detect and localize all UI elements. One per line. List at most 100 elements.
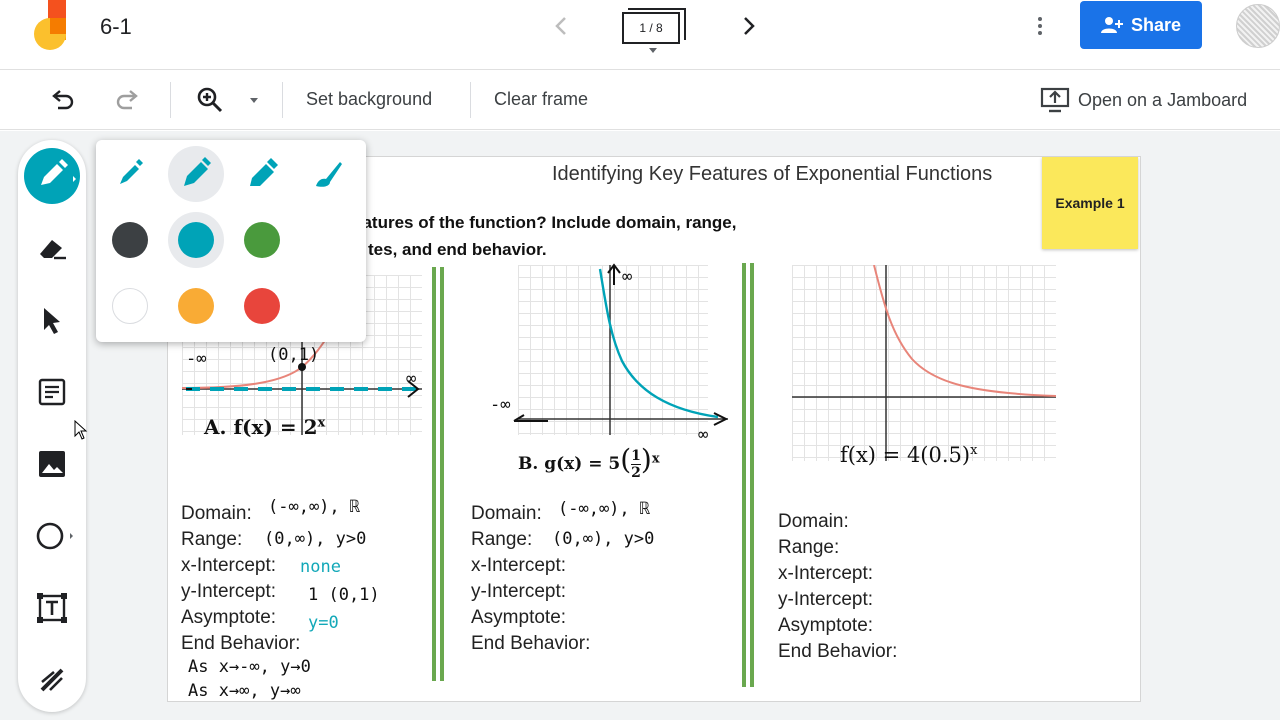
pen-type-brush[interactable] xyxy=(300,146,356,202)
pen-type-pen[interactable] xyxy=(102,146,158,202)
select-cursor-icon[interactable] xyxy=(36,304,68,336)
next-frame-button[interactable] xyxy=(734,12,762,40)
chevron-right-icon xyxy=(744,17,755,35)
swatch-fill xyxy=(112,222,148,258)
divider-line xyxy=(440,267,444,681)
swatch-fill xyxy=(178,288,214,324)
answer-a-x-intercept: none xyxy=(300,557,341,577)
graph-b-right-label: ∞ xyxy=(698,425,709,445)
function-a-text: A. f(x) = 2 xyxy=(204,415,318,439)
feature-y-intercept: y-Intercept: xyxy=(471,581,567,602)
graph-a-left-label: -∞ xyxy=(186,349,207,369)
brush-icon xyxy=(316,162,342,187)
feature-y-intercept: y-Intercept: xyxy=(181,581,277,602)
toolbar-divider xyxy=(170,82,171,118)
highlighter-icon xyxy=(250,158,278,186)
clear-frame-button[interactable]: Clear frame xyxy=(494,89,588,110)
fraction: 12 xyxy=(631,448,641,481)
feature-range: Range: xyxy=(778,537,840,558)
answer-a-end-behavior-1: As x→-∞, y→0 xyxy=(188,657,311,677)
undo-icon[interactable] xyxy=(48,86,76,114)
more-options-icon[interactable] xyxy=(1030,10,1050,42)
set-background-button[interactable]: Set background xyxy=(306,89,432,110)
features-c: Domain: Range: x-Intercept: y-Intercept:… xyxy=(778,509,897,665)
chevron-left-icon xyxy=(555,17,566,35)
feature-domain: Domain: xyxy=(778,511,849,532)
feature-end-behavior: End Behavior: xyxy=(778,641,898,662)
color-swatch-orange[interactable] xyxy=(168,278,224,334)
feature-asymptote: Asymptote: xyxy=(181,607,277,628)
features-a: Domain: Range: x-Intercept: y-Intercept:… xyxy=(181,501,300,657)
answer-a-end-behavior-2: As x→∞, y→∞ xyxy=(188,681,301,701)
redo-icon[interactable] xyxy=(114,86,142,114)
feature-x-intercept: x-Intercept: xyxy=(471,555,567,576)
swatch-fill xyxy=(112,288,148,324)
toolbar-divider xyxy=(470,82,471,118)
answer-b-range: (0,∞), y>0 xyxy=(552,529,655,549)
graph-c xyxy=(792,265,1056,461)
graph-b-top-label: ∞ xyxy=(622,267,633,287)
pen-tool-button[interactable] xyxy=(24,148,80,204)
circle-shape-icon[interactable] xyxy=(36,520,73,552)
feature-x-intercept: x-Intercept: xyxy=(181,555,277,576)
graph-b-left-label: -∞ xyxy=(490,395,511,415)
divider-line xyxy=(750,263,754,687)
sticky-note[interactable]: Example 1 xyxy=(1042,157,1138,249)
image-icon[interactable] xyxy=(36,448,68,480)
toolbar: Set background Clear frame Open on a Jam… xyxy=(0,70,1280,130)
pen-icon xyxy=(41,159,76,185)
sticky-note-text: Example 1 xyxy=(1055,195,1125,211)
zoom-dropdown-icon[interactable] xyxy=(250,98,258,103)
graph-a-point-label: (0,1) xyxy=(268,345,320,365)
color-swatch-red[interactable] xyxy=(234,278,290,334)
graph-b: ∞ -∞ ∞ xyxy=(490,263,729,445)
sticky-note-icon[interactable] xyxy=(36,376,68,408)
question-line-2: tes, and end behavior. xyxy=(368,240,547,259)
answer-a-range: (0,∞), y>0 xyxy=(264,529,367,549)
function-b-text: B. g(x) = 5 xyxy=(518,454,621,474)
pen-icon xyxy=(120,159,143,184)
feature-y-intercept: y-Intercept: xyxy=(778,589,874,610)
toolbar-divider xyxy=(282,82,283,118)
jamboard-logo-icon[interactable] xyxy=(32,0,68,52)
avatar[interactable] xyxy=(1236,4,1280,48)
function-c-label: f(x) = 4(0.5)x xyxy=(840,443,977,467)
swatch-fill xyxy=(244,222,280,258)
mouse-cursor-icon xyxy=(74,419,88,445)
share-label: Share xyxy=(1130,14,1182,35)
function-b-exponent: x xyxy=(651,451,660,467)
laser-pointer-icon[interactable] xyxy=(36,664,68,696)
frame-counter-button[interactable]: 1 / 8 xyxy=(622,8,686,53)
open-on-jamboard-button[interactable]: Open on a Jamboard xyxy=(1040,86,1247,114)
present-to-device-icon xyxy=(1040,87,1070,113)
function-c-text: f(x) = 4(0.5) xyxy=(840,443,971,467)
eraser-icon[interactable] xyxy=(36,232,68,264)
previous-frame-button[interactable] xyxy=(548,12,576,40)
divider-line xyxy=(742,263,746,687)
swatch-fill xyxy=(178,222,214,258)
feature-end-behavior: End Behavior: xyxy=(181,633,301,654)
text-box-icon[interactable] xyxy=(36,592,68,624)
document-title[interactable]: 6-1 xyxy=(100,14,132,40)
share-button[interactable]: Share xyxy=(1080,1,1202,49)
open-paren: ( xyxy=(620,443,632,476)
pen-type-marker[interactable] xyxy=(168,146,224,202)
top-bar: 6-1 1 / 8 Share xyxy=(0,0,1280,70)
color-swatch-green[interactable] xyxy=(234,212,290,268)
answer-a-y-intercept: 1 (0,1) xyxy=(308,585,380,605)
feature-x-intercept: x-Intercept: xyxy=(778,563,874,584)
open-on-jamboard-label: Open on a Jamboard xyxy=(1078,89,1248,110)
color-swatch-teal[interactable] xyxy=(168,212,224,268)
pen-type-highlighter[interactable] xyxy=(234,146,290,202)
color-swatch-dark[interactable] xyxy=(102,212,158,268)
caret-down-icon xyxy=(649,48,657,53)
question-line-1: eatures of the function? Include domain,… xyxy=(353,213,737,232)
feature-asymptote: Asymptote: xyxy=(778,615,874,636)
pen-options-popup xyxy=(96,140,366,342)
add-person-icon xyxy=(1100,17,1123,33)
zoom-in-icon[interactable] xyxy=(196,86,224,114)
answer-b-domain: (-∞,∞), ℝ xyxy=(558,499,651,519)
function-c-exponent: x xyxy=(970,443,978,458)
marker-icon xyxy=(184,157,211,186)
color-swatch-white[interactable] xyxy=(102,278,158,334)
